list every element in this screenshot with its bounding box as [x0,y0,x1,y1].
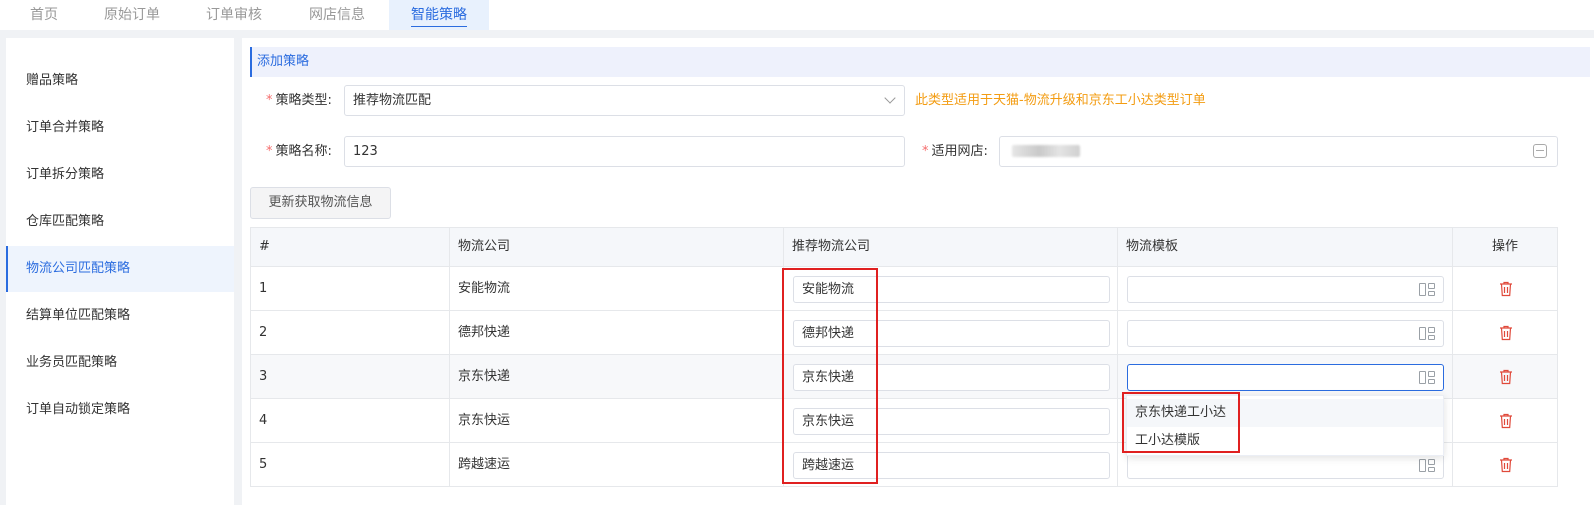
row-company: 京东快运 [450,399,784,443]
recommended-company-input[interactable]: 安能物流 [793,276,1110,303]
template-select-icon [1419,371,1435,384]
row-index: 5 [251,443,450,487]
row-template-cell [1118,311,1453,355]
template-select-focused[interactable] [1127,364,1444,391]
row-index: 1 [251,267,450,311]
refresh-logistics-button[interactable]: 更新获取物流信息 [250,187,391,219]
row-action-cell [1453,267,1557,311]
sidebar-item-gift-strategy[interactable]: 赠品策略 [6,58,234,104]
header-recommended: 推荐物流公司 [784,228,1118,266]
required-mark: * [266,93,273,108]
strategy-sidebar: 赠品策略 订单合并策略 订单拆分策略 仓库匹配策略 物流公司匹配策略 结算单位匹… [6,38,234,505]
recommended-company-input[interactable]: 德邦快递 [793,320,1110,347]
row-company: 跨越速运 [450,443,784,487]
row-recommended-cell: 京东快运 [784,399,1118,443]
header-template: 物流模板 [1118,228,1453,266]
header-action: 操作 [1453,228,1557,266]
row-index: 3 [251,355,450,399]
strategy-type-label: * 策略类型: [266,86,332,116]
store-label: * 适用网店: [922,137,988,167]
strategy-type-select[interactable]: 推荐物流匹配 [344,85,905,116]
store-select-icon [1533,144,1547,158]
strategy-type-label-text: 策略类型: [275,93,332,108]
strategy-name-label: * 策略名称: [266,137,332,167]
table-row: 2 德邦快递 德邦快递 [251,310,1557,355]
recommended-company-input[interactable]: 京东快递 [793,364,1110,391]
row-recommended-cell: 安能物流 [784,267,1118,311]
row-company: 德邦快递 [450,311,784,355]
trash-icon[interactable] [1499,281,1513,297]
store-label-text: 适用网店: [931,144,988,159]
row-recommended-cell: 跨越速运 [784,443,1118,487]
template-dropdown: 京东快递工小达 工小达模版 [1126,395,1444,456]
row-recommended-cell: 德邦快递 [784,311,1118,355]
tab-smart-strategy[interactable]: 智能策略 [389,0,489,30]
section-title: 添加策略 [250,47,1590,77]
template-select[interactable] [1127,320,1444,347]
sidebar-item-order-merge[interactable]: 订单合并策略 [6,105,234,151]
row-company: 京东快递 [450,355,784,399]
required-mark: * [922,144,929,159]
row-index: 4 [251,399,450,443]
strategy-name-input[interactable]: 123 [344,136,905,167]
row-company: 安能物流 [450,267,784,311]
recommended-company-input[interactable]: 跨越速运 [793,452,1110,479]
row-template-cell [1118,355,1453,399]
row-template-cell [1118,267,1453,311]
dropdown-option-jd-express-gxd[interactable]: 京东快递工小达 [1127,399,1443,427]
recommended-company-input[interactable]: 京东快运 [793,408,1110,435]
tab-home[interactable]: 首页 [30,0,58,30]
chevron-down-icon [884,92,896,104]
tab-smart-strategy-label: 智能策略 [411,4,467,27]
required-mark: * [266,144,273,159]
store-select[interactable] [999,136,1558,167]
row-recommended-cell: 京东快递 [784,355,1118,399]
row-index: 2 [251,311,450,355]
template-select-icon [1419,327,1435,340]
trash-icon[interactable] [1499,457,1513,473]
template-select-icon [1419,283,1435,296]
template-select-icon [1419,459,1435,472]
strategy-name-label-text: 策略名称: [275,144,332,159]
tab-order-review[interactable]: 订单审核 [206,0,262,30]
sidebar-item-order-split[interactable]: 订单拆分策略 [6,152,234,198]
sidebar-item-logistics-match[interactable]: 物流公司匹配策略 [6,246,234,292]
tab-original-orders[interactable]: 原始订单 [104,0,160,30]
blurred-store-name [1012,145,1080,157]
strategy-type-value: 推荐物流匹配 [353,93,432,108]
tab-store-info[interactable]: 网店信息 [309,0,365,30]
row-action-cell [1453,443,1557,487]
template-select[interactable] [1127,276,1444,303]
row-action-cell [1453,311,1557,355]
trash-icon[interactable] [1499,369,1513,385]
strategy-type-hint: 此类型适用于天猫-物流升级和京东工小达类型订单 [915,93,1206,108]
sidebar-item-salesperson-match[interactable]: 业务员匹配策略 [6,340,234,386]
sidebar-item-settlement-match[interactable]: 结算单位匹配策略 [6,293,234,339]
sidebar-item-warehouse-match[interactable]: 仓库匹配策略 [6,199,234,245]
table-row: 3 京东快递 京东快递 [251,354,1557,399]
row-action-cell [1453,355,1557,399]
trash-icon[interactable] [1499,325,1513,341]
header-index: # [251,228,450,266]
row-action-cell [1453,399,1557,443]
trash-icon[interactable] [1499,413,1513,429]
sidebar-item-auto-lock[interactable]: 订单自动锁定策略 [6,387,234,433]
header-company: 物流公司 [450,228,784,266]
dropdown-option-gxd-template[interactable]: 工小达模版 [1127,427,1443,455]
table-row: 1 安能物流 安能物流 [251,266,1557,311]
top-tab-bar: 首页 原始订单 订单审核 网店信息 智能策略 [0,0,1594,30]
template-select[interactable] [1127,452,1444,479]
